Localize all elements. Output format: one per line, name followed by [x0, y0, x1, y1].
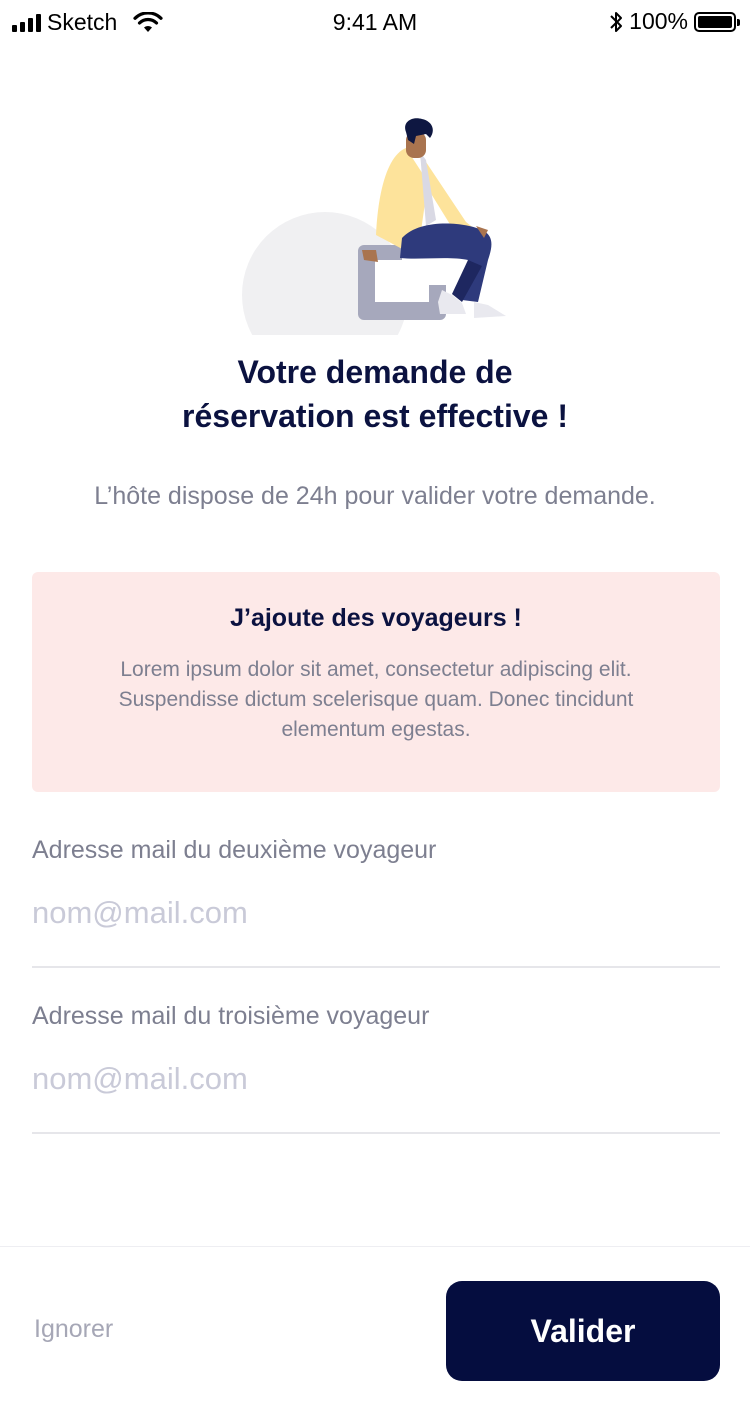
confirmation-title-line2: réservation est effective !	[182, 398, 568, 434]
second-traveler-email-input[interactable]	[32, 895, 720, 931]
battery-percent: 100%	[629, 8, 688, 34]
add-travelers-card: J’ajoute des voyageurs ! Lorem ipsum dol…	[32, 572, 720, 792]
bluetooth-icon	[610, 11, 623, 32]
third-traveler-email-field: Adresse mail du troisième voyageur	[32, 1002, 720, 1134]
second-traveler-email-label: Adresse mail du deuxième voyageur	[32, 836, 437, 864]
confirmation-subtitle: L’hôte dispose de 24h pour valider votre…	[94, 482, 656, 510]
status-right: 100%	[609, 8, 740, 35]
ignore-button[interactable]: Ignorer	[34, 1315, 113, 1344]
validate-button[interactable]: Valider	[446, 1281, 720, 1381]
confirmation-title-line1: Votre demande de	[237, 354, 513, 390]
third-traveler-email-input[interactable]	[32, 1061, 720, 1097]
status-bar: Sketch 9:41 AM 100%	[0, 0, 750, 44]
card-body: Lorem ipsum dolor sit amet, consectetur …	[118, 658, 634, 741]
footer-bar: Ignorer Valider	[0, 1246, 750, 1413]
third-traveler-email-label: Adresse mail du troisième voyageur	[32, 1002, 430, 1030]
card-title: J’ajoute des voyageurs !	[230, 604, 522, 632]
person-sitting-illustration	[242, 118, 506, 335]
second-traveler-email-field: Adresse mail du deuxième voyageur	[32, 836, 720, 968]
confirmation-title: Votre demande de réservation est effecti…	[0, 350, 750, 438]
battery-icon	[694, 11, 740, 32]
